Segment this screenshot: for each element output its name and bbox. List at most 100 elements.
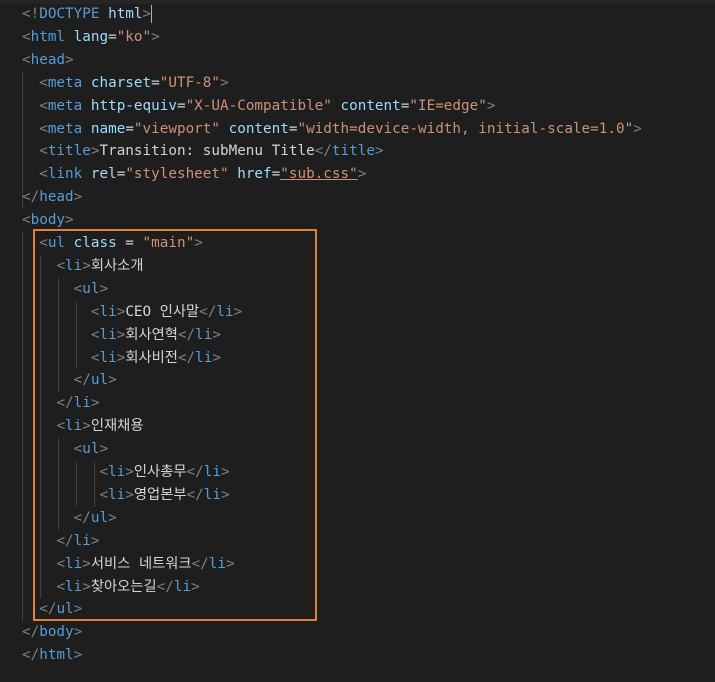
code-line[interactable]: <li>인재채용 <box>22 415 144 438</box>
code-line[interactable]: <li>찾아오는길</li> <box>22 576 199 599</box>
code-token: < <box>73 280 83 297</box>
code-line[interactable]: </li> <box>22 392 99 415</box>
code-token: </ <box>56 532 74 549</box>
code-token: < <box>56 418 66 435</box>
code-token: > <box>82 555 91 572</box>
code-token: > <box>212 326 221 343</box>
code-token: > <box>142 6 152 22</box>
code-line[interactable]: <li>회사비전</li> <box>22 347 221 370</box>
code-line[interactable]: </body> <box>22 621 82 644</box>
code-token: > <box>90 532 100 549</box>
code-token: li <box>216 303 234 320</box>
code-token: > <box>73 189 83 206</box>
code-token: > <box>73 624 83 641</box>
code-token: "main" <box>142 235 195 251</box>
code-token: li <box>65 578 83 595</box>
code-line[interactable]: <li>회사소개 <box>22 255 143 278</box>
code-line[interactable]: <meta http-equiv="X-UA-Compatible" conte… <box>22 95 495 118</box>
code-token: CEO 인사말 <box>125 303 200 320</box>
code-token: < <box>56 257 66 274</box>
code-token: li <box>108 464 126 480</box>
code-token: > <box>82 418 91 435</box>
code-token: meta <box>47 97 83 114</box>
code-token: li <box>99 349 117 366</box>
code-token: "UTF-8" <box>159 74 221 91</box>
code-token: li <box>99 303 117 320</box>
code-line[interactable]: <meta name="viewport" content="width=dev… <box>22 118 642 141</box>
code-token: li <box>195 326 213 343</box>
code-token: li <box>73 532 91 549</box>
code-token: DOCTYPE <box>39 6 100 22</box>
code-token: </ <box>314 143 332 160</box>
code-token: charset <box>90 74 152 91</box>
code-line[interactable]: <li>영업본부</li> <box>22 484 229 507</box>
code-token: > <box>151 28 160 45</box>
code-token: > <box>108 509 117 526</box>
code-line[interactable]: <head> <box>22 49 74 72</box>
code-line[interactable]: <html lang="ko"> <box>22 26 160 49</box>
code-token: > <box>73 647 83 664</box>
code-token: "sub.css" <box>280 166 358 183</box>
code-line[interactable]: <title>Transition: subMenu Title</title> <box>22 140 384 163</box>
code-token: </ <box>199 303 217 320</box>
code-token: > <box>633 120 642 137</box>
code-token: 인재채용 <box>90 418 144 435</box>
code-token: > <box>374 143 384 160</box>
code-line[interactable]: </head> <box>22 186 82 209</box>
code-token: Transition: subMenu Title <box>99 143 315 160</box>
code-token: = <box>108 28 117 45</box>
code-line[interactable]: <ul> <box>22 278 108 301</box>
code-token: ul <box>82 441 100 458</box>
code-token: </ <box>73 509 91 526</box>
code-editor[interactable]: <!DOCTYPE html> <html lang="ko"> <head> <m… <box>0 0 715 682</box>
code-token: li <box>203 486 221 503</box>
code-token: = <box>271 166 281 183</box>
code-line[interactable]: </li> <box>22 530 99 553</box>
code-token: content <box>340 97 401 114</box>
code-line[interactable]: </ul> <box>22 598 82 621</box>
code-token: < <box>99 486 109 503</box>
code-line[interactable]: <meta charset="UTF-8"> <box>22 72 228 95</box>
code-line[interactable]: <link rel="stylesheet" href="sub.css"> <box>22 163 366 186</box>
code-token: < <box>39 143 48 160</box>
code-token: > <box>65 51 74 68</box>
code-token: 서비스 네트워크 <box>90 555 192 572</box>
code-line[interactable]: <ul class = "main"> <box>22 232 203 255</box>
code-token: ul <box>47 235 66 251</box>
code-line[interactable]: <li>CEO 인사말</li> <box>22 301 242 324</box>
code-line[interactable]: </html> <box>22 644 82 667</box>
code-token: link <box>47 166 83 183</box>
code-line[interactable]: <li>회사연혁</li> <box>22 324 221 347</box>
code-token: > <box>220 464 230 480</box>
code-line[interactable]: </ul> <box>22 507 117 530</box>
code-line[interactable]: <li>서비스 네트워크</li> <box>22 553 234 576</box>
code-line[interactable]: <ul> <box>22 438 108 461</box>
code-line[interactable]: <body> <box>22 209 74 232</box>
code-token: </ <box>39 601 57 618</box>
code-line[interactable]: </ul> <box>22 369 117 392</box>
code-token: li <box>99 326 117 343</box>
code-token: > <box>194 235 203 251</box>
code-line[interactable]: <!DOCTYPE html> <box>22 3 153 26</box>
code-token: ul <box>90 509 109 526</box>
code-token: meta <box>47 120 83 137</box>
code-line[interactable]: <li>인사총무</li> <box>22 461 230 484</box>
code-token: > <box>99 441 109 458</box>
code-token: > <box>73 601 83 618</box>
code-token: > <box>357 166 367 183</box>
code-token: > <box>65 212 74 229</box>
code-token: head <box>39 189 74 206</box>
